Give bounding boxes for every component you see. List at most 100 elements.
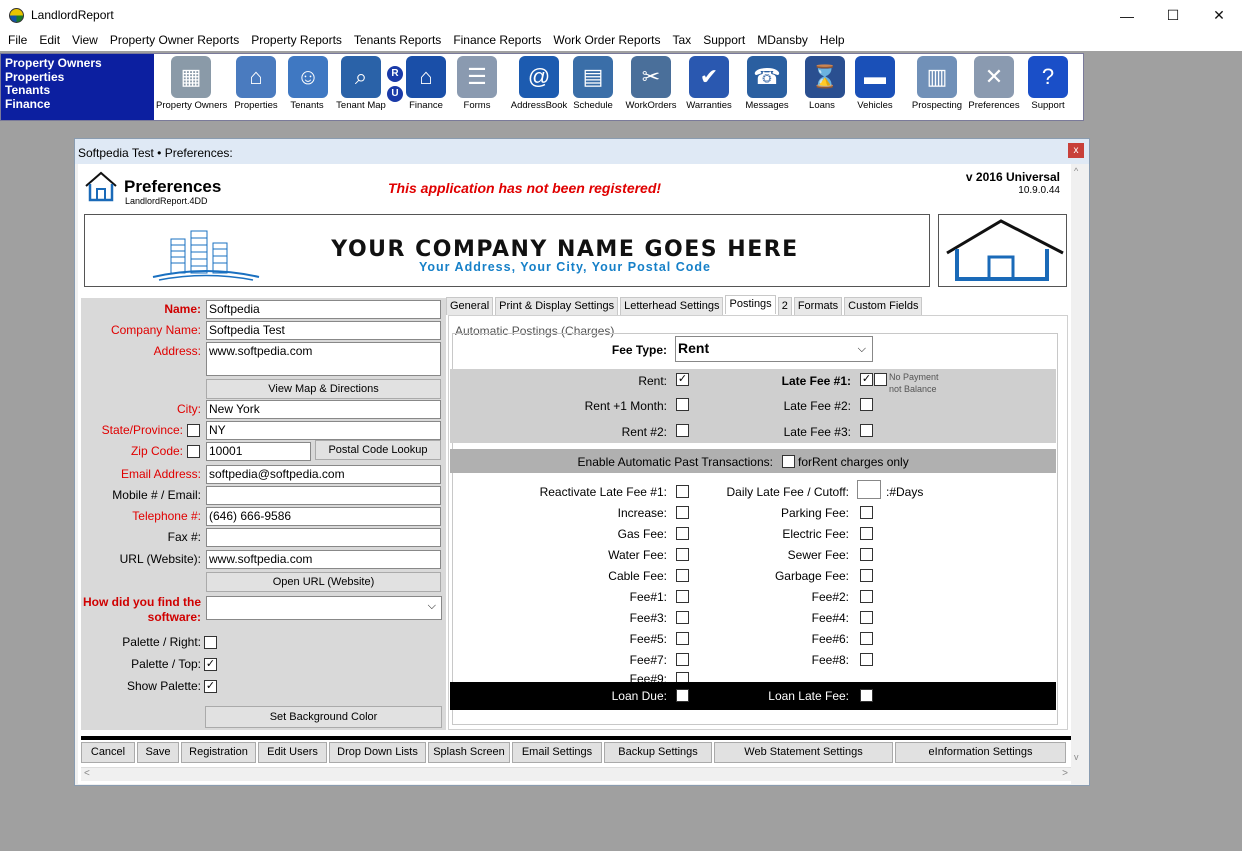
toolbar-finance-button[interactable]: ⌂ Finance: [406, 56, 446, 111]
toolbar-vehicles-button[interactable]: ▬ Vehicles: [853, 56, 897, 111]
rent-2-checkbox[interactable]: [676, 424, 689, 437]
toolbar-loans-button[interactable]: ⌛ Loans: [805, 56, 845, 111]
fax-field[interactable]: [206, 528, 441, 547]
toolbar-messages-button[interactable]: ☎ Messages: [739, 56, 795, 111]
tab-letterhead[interactable]: Letterhead Settings: [620, 297, 724, 315]
mobile-email-field[interactable]: [206, 486, 441, 505]
palette-right-checkbox[interactable]: [204, 636, 217, 649]
zip-code-checkbox[interactable]: [187, 445, 200, 458]
daily-late-fee-days-field[interactable]: [857, 480, 881, 499]
nav-properties[interactable]: Properties: [5, 70, 154, 85]
tab-formats[interactable]: Formats: [793, 297, 843, 315]
einformation-settings-button[interactable]: eInformation Settings: [895, 742, 1066, 763]
nav-tenants[interactable]: Tenants: [5, 83, 154, 98]
no-payment-checkbox[interactable]: [874, 373, 887, 386]
reactivate-late-fee-checkbox[interactable]: [676, 485, 689, 498]
set-background-color-button[interactable]: Set Background Color: [205, 706, 442, 728]
toolbar-schedule-button[interactable]: ▤ Schedule: [571, 56, 615, 111]
fee-checkbox[interactable]: [676, 611, 689, 624]
view-map-button[interactable]: View Map & Directions: [206, 379, 441, 399]
menu-tenants-reports[interactable]: Tenants Reports: [348, 31, 447, 51]
ru-badge[interactable]: R U: [387, 66, 405, 102]
maximize-button[interactable]: ☐: [1150, 0, 1196, 31]
menu-help[interactable]: Help: [814, 31, 851, 51]
zip-code-field[interactable]: 10001: [206, 442, 311, 461]
fee-checkbox[interactable]: [860, 527, 873, 540]
menu-finance-reports[interactable]: Finance Reports: [447, 31, 547, 51]
toolbar-prospecting-button[interactable]: ▥ Prospecting: [911, 56, 963, 111]
toolbar-tenants-button[interactable]: ☺ Tenants: [288, 56, 328, 111]
tab-2[interactable]: 2: [777, 297, 792, 315]
fee-checkbox[interactable]: [676, 527, 689, 540]
toolbar-workorders-button[interactable]: ✂ WorkOrders: [623, 56, 679, 111]
late-fee-2-checkbox[interactable]: [860, 398, 873, 411]
horizontal-scrollbar[interactable]: < >: [81, 767, 1071, 781]
backup-settings-button[interactable]: Backup Settings: [604, 742, 712, 763]
fee-checkbox[interactable]: [676, 632, 689, 645]
fee-checkbox[interactable]: [860, 653, 873, 666]
scroll-down-icon[interactable]: v: [1074, 752, 1079, 762]
toolbar-preferences-button[interactable]: ✕ Preferences: [967, 56, 1021, 111]
fee-checkbox[interactable]: [676, 506, 689, 519]
fee-checkbox[interactable]: [860, 506, 873, 519]
rent-plus-one-checkbox[interactable]: [676, 398, 689, 411]
how-found-dropdown[interactable]: ⌵: [206, 596, 442, 620]
email-settings-button[interactable]: Email Settings: [512, 742, 602, 763]
toolbar-tenant-map-button[interactable]: ⌕ Tenant Map: [335, 56, 387, 111]
web-statement-settings-button[interactable]: Web Statement Settings: [714, 742, 893, 763]
rent-checkbox[interactable]: ✓: [676, 373, 689, 386]
state-field[interactable]: NY: [206, 421, 441, 440]
open-url-button[interactable]: Open URL (Website): [206, 572, 441, 592]
scroll-up-icon[interactable]: ^: [1074, 166, 1078, 176]
fee-checkbox[interactable]: [676, 548, 689, 561]
state-checkbox[interactable]: [187, 424, 200, 437]
email-address-field[interactable]: softpedia@softpedia.com: [206, 465, 441, 484]
address-field[interactable]: www.softpedia.com: [206, 342, 441, 376]
fee-checkbox[interactable]: [860, 632, 873, 645]
fee-checkbox[interactable]: [860, 569, 873, 582]
toolbar-addressbook-button[interactable]: @ AddressBook: [510, 56, 568, 111]
company-name-field[interactable]: Softpedia Test: [206, 321, 441, 340]
show-palette-checkbox[interactable]: ✓: [204, 680, 217, 693]
toolbar-forms-button[interactable]: ☰ Forms: [457, 56, 497, 111]
vertical-scrollbar[interactable]: ^ v: [1071, 164, 1086, 784]
save-button[interactable]: Save: [137, 742, 179, 763]
scroll-right-icon[interactable]: >: [1062, 768, 1068, 779]
minimize-button[interactable]: —: [1104, 0, 1150, 31]
nav-finance[interactable]: Finance: [5, 97, 154, 112]
tab-custom-fields[interactable]: Custom Fields: [844, 297, 923, 315]
nav-property-owners[interactable]: Property Owners: [5, 56, 154, 71]
toolbar-property-owners-button[interactable]: ▦ Property Owners: [156, 56, 227, 111]
postal-code-lookup-button[interactable]: Postal Code Lookup: [315, 440, 441, 460]
tab-general[interactable]: General: [446, 297, 494, 315]
preferences-close-button[interactable]: x: [1068, 143, 1084, 158]
tab-postings[interactable]: Postings: [725, 295, 776, 314]
menu-work-order-reports[interactable]: Work Order Reports: [547, 31, 666, 51]
fee-checkbox[interactable]: [860, 611, 873, 624]
menu-property-reports[interactable]: Property Reports: [245, 31, 348, 51]
palette-top-checkbox[interactable]: ✓: [204, 658, 217, 671]
drop-down-lists-button[interactable]: Drop Down Lists: [329, 742, 426, 763]
city-field[interactable]: New York: [206, 400, 441, 419]
fee-checkbox[interactable]: [676, 569, 689, 582]
scroll-left-icon[interactable]: <: [84, 768, 90, 779]
fee-type-dropdown[interactable]: Rent ⌵: [675, 336, 873, 362]
toolbar-warranties-button[interactable]: ✔ Warranties: [683, 56, 735, 111]
toolbar-support-button[interactable]: ? Support: [1025, 56, 1071, 111]
menu-support[interactable]: Support: [697, 31, 751, 51]
enable-past-transactions-checkbox[interactable]: [782, 455, 795, 468]
fee-checkbox[interactable]: [676, 590, 689, 603]
letterhead-logo[interactable]: [938, 214, 1067, 287]
loan-late-fee-checkbox[interactable]: [860, 689, 873, 702]
menu-property-owner-reports[interactable]: Property Owner Reports: [104, 31, 245, 51]
toolbar-properties-button[interactable]: ⌂ Properties: [233, 56, 279, 111]
menu-view[interactable]: View: [66, 31, 104, 51]
close-button[interactable]: ✕: [1196, 0, 1242, 31]
tab-print-display[interactable]: Print & Display Settings: [495, 297, 619, 315]
edit-users-button[interactable]: Edit Users: [258, 742, 327, 763]
url-field[interactable]: www.softpedia.com: [206, 550, 441, 569]
registration-button[interactable]: Registration: [181, 742, 256, 763]
menu-tax[interactable]: Tax: [667, 31, 698, 51]
letterhead-preview[interactable]: YOUR COMPANY NAME GOES HERE Your Address…: [84, 214, 930, 287]
menu-edit[interactable]: Edit: [33, 31, 66, 51]
